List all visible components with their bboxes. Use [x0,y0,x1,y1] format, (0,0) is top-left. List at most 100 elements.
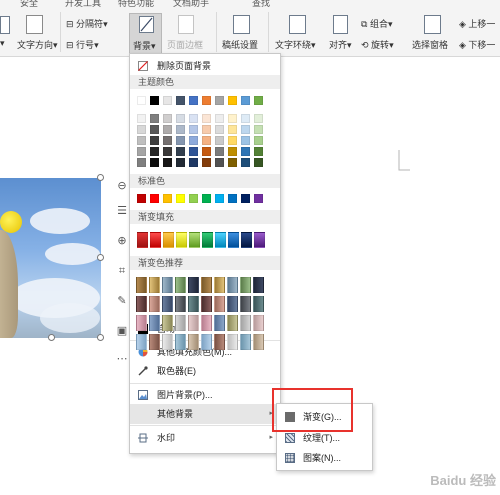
text-direction-button[interactable]: 文字方向▾ [17,38,58,51]
theme-shade-swatch[interactable] [215,158,224,167]
theme-color-swatch[interactable] [137,96,146,105]
resize-handle[interactable] [97,334,104,341]
theme-shade-swatch[interactable] [228,147,237,156]
gradient-recommend-swatch[interactable] [253,296,264,312]
ribbon-cut-icon[interactable] [0,16,10,34]
theme-shade-swatch[interactable] [202,158,211,167]
resize-handle[interactable] [97,254,104,261]
theme-shade-swatch[interactable] [176,136,185,145]
theme-shade-swatch[interactable] [163,158,172,167]
theme-shade-swatch[interactable] [150,125,159,134]
gradient-recommend-swatch[interactable] [253,334,264,350]
group-button[interactable]: ⧉ 组合▾ [361,17,392,30]
theme-shade-swatch[interactable] [176,147,185,156]
theme-shade-swatch[interactable] [241,136,250,145]
theme-shade-swatch[interactable] [163,136,172,145]
tab-developer-tools[interactable]: 开发工具 [65,0,101,9]
gradient-recommend-swatch[interactable] [149,315,160,331]
theme-shade-swatch[interactable] [254,114,263,123]
gradient-recommend-swatch[interactable] [136,277,147,293]
standard-color-swatch[interactable] [202,194,211,203]
theme-shade-swatch[interactable] [163,114,172,123]
gradient-fill-swatch[interactable] [137,232,148,248]
gradient-recommend-swatch[interactable] [162,277,173,293]
theme-color-swatch[interactable] [241,96,250,105]
theme-shade-swatch[interactable] [241,158,250,167]
gradient-recommend-swatch[interactable] [136,315,147,331]
gradient-recommend-swatch[interactable] [175,315,186,331]
gradient-recommend-swatch[interactable] [214,296,225,312]
separator-button[interactable]: ⊟ 分隔符▾ [66,17,108,30]
theme-color-swatch[interactable] [228,96,237,105]
gradient-recommend-swatch[interactable] [227,334,238,350]
standard-color-swatch[interactable] [215,194,224,203]
theme-color-swatch[interactable] [163,96,172,105]
theme-shade-swatch[interactable] [176,125,185,134]
theme-shade-swatch[interactable] [189,136,198,145]
theme-shade-swatch[interactable] [215,114,224,123]
gradient-recommend-swatch[interactable] [253,277,264,293]
theme-shade-swatch[interactable] [189,125,198,134]
gradient-recommend-swatch[interactable] [240,334,251,350]
theme-shade-swatch[interactable] [150,136,159,145]
theme-shade-swatch[interactable] [254,125,263,134]
theme-shade-swatch[interactable] [202,136,211,145]
other-background-item[interactable]: 其他背景 ▸ [130,404,280,424]
theme-shade-swatch[interactable] [150,158,159,167]
eyedropper-item[interactable]: 取色器(E) [130,361,280,381]
gradient-recommend-swatch[interactable] [240,296,251,312]
gradient-fill-swatch[interactable] [215,232,226,248]
gradient-recommend-swatch[interactable] [227,277,238,293]
gradient-recommend-swatch[interactable] [162,315,173,331]
standard-color-swatch[interactable] [228,194,237,203]
theme-shade-swatch[interactable] [241,114,250,123]
inserted-picture[interactable] [0,178,101,338]
gradient-recommend-swatch[interactable] [188,334,199,350]
send-backward-button[interactable]: ◈ 下移一 [459,38,495,51]
gradient-recommend-swatch[interactable] [136,296,147,312]
theme-shade-swatch[interactable] [176,158,185,167]
gradient-recommend-swatch[interactable] [188,315,199,331]
gradient-recommend-swatch[interactable] [240,315,251,331]
theme-shade-swatch[interactable] [215,136,224,145]
theme-shade-swatch[interactable] [189,158,198,167]
gradient-recommend-swatch[interactable] [214,277,225,293]
gradient-fill-swatch[interactable] [241,232,252,248]
theme-shade-swatch[interactable] [163,147,172,156]
theme-shade-swatch[interactable] [137,158,146,167]
line-number-button[interactable]: ⊟ 行号▾ [66,38,99,51]
remove-page-background-item[interactable]: 删除页面背景 [130,56,280,76]
text-direction-icon[interactable] [26,15,43,34]
theme-shade-swatch[interactable] [202,114,211,123]
gradient-recommend-swatch[interactable] [201,315,212,331]
theme-color-swatch[interactable] [215,96,224,105]
theme-shade-swatch[interactable] [241,147,250,156]
gradient-recommend-swatch[interactable] [149,277,160,293]
theme-shade-swatch[interactable] [228,125,237,134]
standard-color-swatch[interactable] [176,194,185,203]
gradient-fill-swatch[interactable] [202,232,213,248]
theme-shade-swatch[interactable] [137,147,146,156]
theme-shade-swatch[interactable] [215,147,224,156]
theme-shade-swatch[interactable] [189,147,198,156]
theme-shade-swatch[interactable] [254,158,263,167]
theme-color-swatch[interactable] [202,96,211,105]
gradient-recommend-swatch[interactable] [201,277,212,293]
tab-security[interactable]: 安全 [20,0,38,9]
theme-shade-swatch[interactable] [228,158,237,167]
gradient-recommend-swatch[interactable] [149,296,160,312]
theme-shade-swatch[interactable] [189,114,198,123]
gradient-fill-swatch[interactable] [254,232,265,248]
picture-background-item[interactable]: 图片背景(P)... [130,385,280,405]
theme-shade-swatch[interactable] [163,125,172,134]
gradient-fill-swatch[interactable] [228,232,239,248]
standard-color-swatch[interactable] [150,194,159,203]
gradient-recommend-swatch[interactable] [162,334,173,350]
theme-shade-swatch[interactable] [176,114,185,123]
tab-find[interactable]: 查找 [252,0,270,9]
theme-shade-swatch[interactable] [241,125,250,134]
gradient-fill-swatch[interactable] [176,232,187,248]
gradient-fill-swatch[interactable] [150,232,161,248]
align-button[interactable]: 对齐▾ [329,38,352,51]
watermark-item[interactable]: 水印 ▸ [130,428,280,448]
